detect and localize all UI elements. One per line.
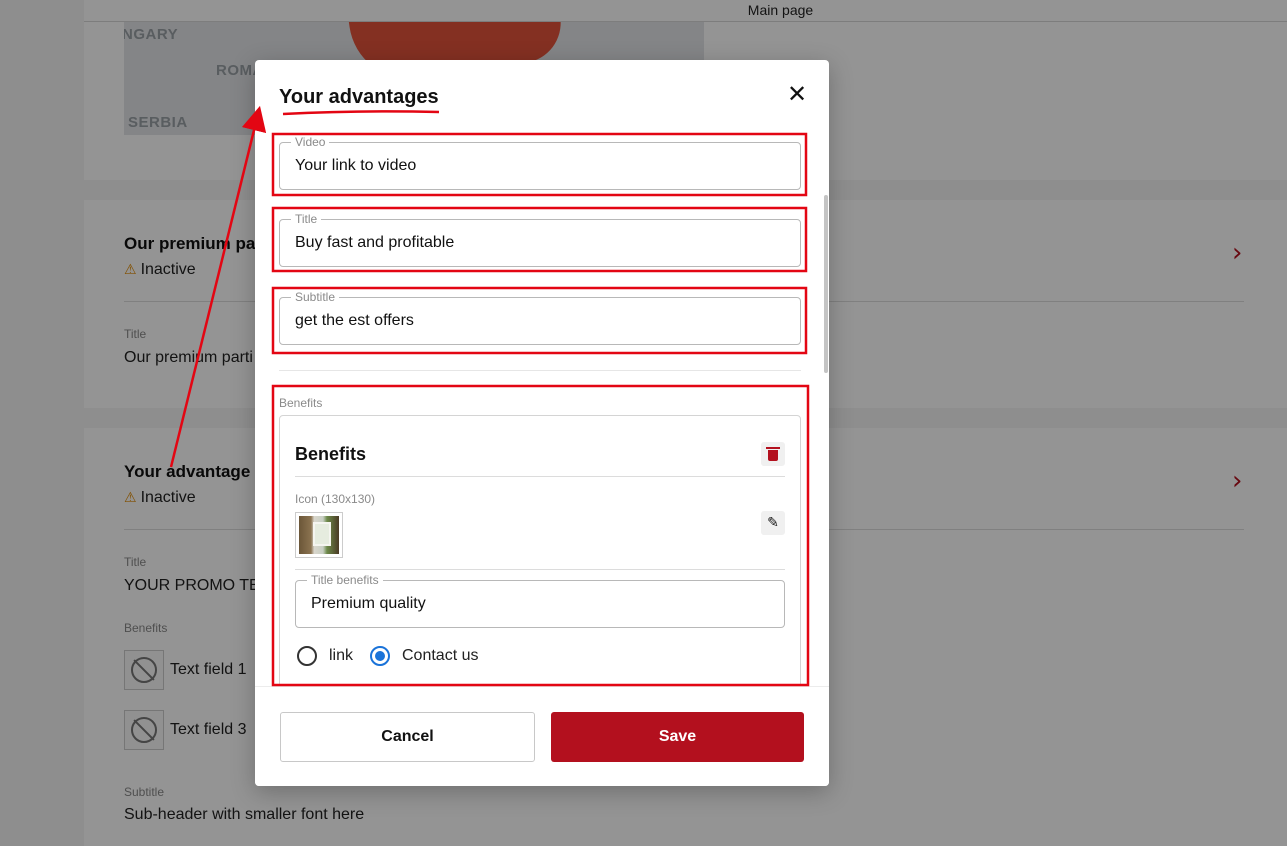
modal-footer: Cancel Save xyxy=(255,686,829,786)
video-field[interactable]: Video Your link to video xyxy=(279,135,801,190)
title-field-value[interactable]: Buy fast and profitable xyxy=(295,234,454,252)
subtitle-field[interactable]: Subtitle get the est offers xyxy=(279,290,801,345)
radio-link[interactable]: link xyxy=(297,646,353,666)
window-image xyxy=(299,516,339,554)
radio-contact-us-label: Contact us xyxy=(402,647,479,664)
delete-benefit-button[interactable] xyxy=(761,442,785,466)
radio-link-label: link xyxy=(329,647,354,664)
trash-icon xyxy=(766,447,780,461)
benefit-item-card: Benefits Icon (130x130) ✎ Title benefits… xyxy=(279,415,801,686)
save-button[interactable]: Save xyxy=(551,712,804,762)
close-icon[interactable]: ✕ xyxy=(787,82,807,106)
advantages-modal: Your advantages ✕ Video Your link to vid… xyxy=(255,60,829,786)
radio-button[interactable] xyxy=(297,646,317,666)
radio-button-selected[interactable] xyxy=(370,646,390,666)
divider xyxy=(295,569,785,570)
modal-scroll-area[interactable]: Video Your link to video Title Buy fast … xyxy=(255,132,829,686)
benefit-item-heading: Benefits xyxy=(295,444,367,464)
title-benefits-label: Title benefits xyxy=(307,573,383,587)
video-field-value[interactable]: Your link to video xyxy=(295,157,416,175)
title-benefits-field[interactable]: Title benefits Premium quality xyxy=(295,573,785,628)
cancel-button[interactable]: Cancel xyxy=(280,712,535,762)
scrollbar[interactable] xyxy=(824,195,828,373)
benefit-icon-thumbnail xyxy=(295,512,343,558)
subtitle-field-label: Subtitle xyxy=(291,290,340,304)
radio-contact-us[interactable]: Contact us xyxy=(370,646,478,666)
pencil-icon: ✎ xyxy=(767,515,779,531)
modal-title: Your advantages xyxy=(279,86,439,108)
divider xyxy=(295,476,785,477)
title-field[interactable]: Title Buy fast and profitable xyxy=(279,212,801,267)
benefits-section-label: Benefits xyxy=(279,396,323,410)
video-field-label: Video xyxy=(291,135,330,149)
subtitle-field-value[interactable]: get the est offers xyxy=(295,312,414,330)
title-field-label: Title xyxy=(291,212,322,226)
edit-icon-button[interactable]: ✎ xyxy=(761,511,785,535)
title-benefits-value[interactable]: Premium quality xyxy=(311,595,426,613)
section-divider xyxy=(279,370,801,371)
icon-size-label: Icon (130x130) xyxy=(295,492,376,506)
